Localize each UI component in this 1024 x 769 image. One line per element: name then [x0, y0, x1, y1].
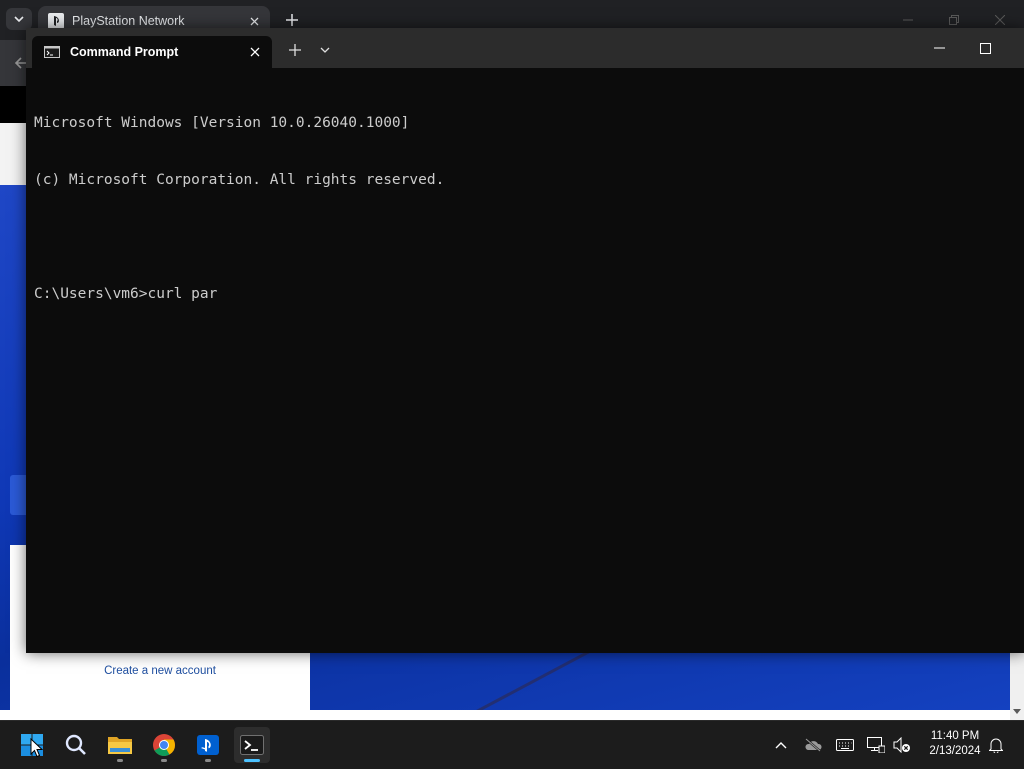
minimize-icon	[933, 47, 945, 49]
terminal-line: (c) Microsoft Corporation. All rights re…	[34, 172, 445, 188]
show-hidden-icons-button[interactable]	[771, 735, 791, 755]
close-tab-button[interactable]	[246, 13, 262, 29]
tab-search-button[interactable]	[6, 8, 32, 30]
scroll-down-button[interactable]	[1010, 704, 1024, 718]
search-button[interactable]	[58, 727, 94, 763]
maximize-icon	[979, 42, 991, 54]
terminal-button[interactable]	[234, 727, 270, 763]
terminal-icon	[240, 735, 264, 755]
mouse-cursor-icon	[30, 738, 44, 758]
clock[interactable]: 11:40 PM 2/13/2024	[918, 729, 992, 759]
terminal-output[interactable]: Microsoft Windows [Version 10.0.26040.10…	[34, 76, 1014, 636]
restore-icon	[949, 15, 959, 25]
chrome-button[interactable]	[146, 727, 182, 763]
touch-keyboard-button[interactable]	[835, 735, 855, 755]
plus-icon	[286, 14, 298, 26]
new-tab-button[interactable]	[282, 10, 302, 30]
onedrive-tray-button[interactable]	[803, 735, 823, 755]
terminal-tab-title: Command Prompt	[70, 45, 179, 59]
new-tab-button[interactable]	[286, 41, 304, 59]
taskbar: 11:40 PM 2/13/2024	[0, 720, 1024, 769]
command-prompt-icon	[44, 46, 60, 58]
search-icon	[65, 734, 86, 755]
terminal-line: Microsoft Windows [Version 10.0.26040.10…	[34, 115, 410, 131]
plus-icon	[289, 44, 301, 56]
close-tab-button[interactable]	[246, 43, 264, 61]
chevron-down-icon	[320, 47, 330, 53]
chrome-icon	[153, 734, 175, 756]
terminal-minimize-button[interactable]	[926, 38, 952, 58]
cloud-offline-icon	[805, 738, 822, 752]
browser-tab-title: PlayStation Network	[72, 14, 185, 28]
keyboard-icon	[836, 739, 854, 751]
profile-dropdown-button[interactable]	[316, 41, 334, 59]
network-icon	[867, 737, 885, 753]
terminal-prompt-line: C:\Users\vm6>curl par	[34, 286, 218, 302]
triangle-down-icon	[1013, 708, 1021, 714]
terminal-tab-command-prompt[interactable]: Command Prompt	[32, 36, 272, 68]
close-icon	[250, 17, 258, 25]
bell-icon	[989, 738, 1003, 753]
terminal-window: Command Prompt Microsoft Windows [Versio…	[26, 28, 1024, 653]
file-explorer-button[interactable]	[102, 727, 138, 763]
playstation-app-button[interactable]	[190, 727, 226, 763]
volume-muted-icon	[893, 737, 910, 753]
network-tray-button[interactable]	[866, 735, 886, 755]
terminal-maximize-button[interactable]	[972, 38, 998, 58]
folder-icon	[108, 737, 132, 754]
close-icon	[995, 15, 1005, 25]
playstation-icon	[197, 735, 219, 755]
chevron-down-icon	[14, 16, 24, 23]
terminal-tab-bar: Command Prompt	[26, 28, 1024, 68]
clock-time: 11:40 PM	[930, 730, 980, 742]
playstation-favicon-icon	[48, 13, 64, 29]
create-account-link[interactable]: Create a new account	[10, 665, 310, 677]
close-icon	[250, 47, 260, 57]
notifications-button[interactable]	[986, 735, 1006, 755]
chevron-up-icon	[775, 742, 787, 749]
volume-tray-button[interactable]	[892, 735, 912, 755]
clock-date: 2/13/2024	[929, 745, 981, 757]
minimize-icon	[903, 19, 913, 21]
